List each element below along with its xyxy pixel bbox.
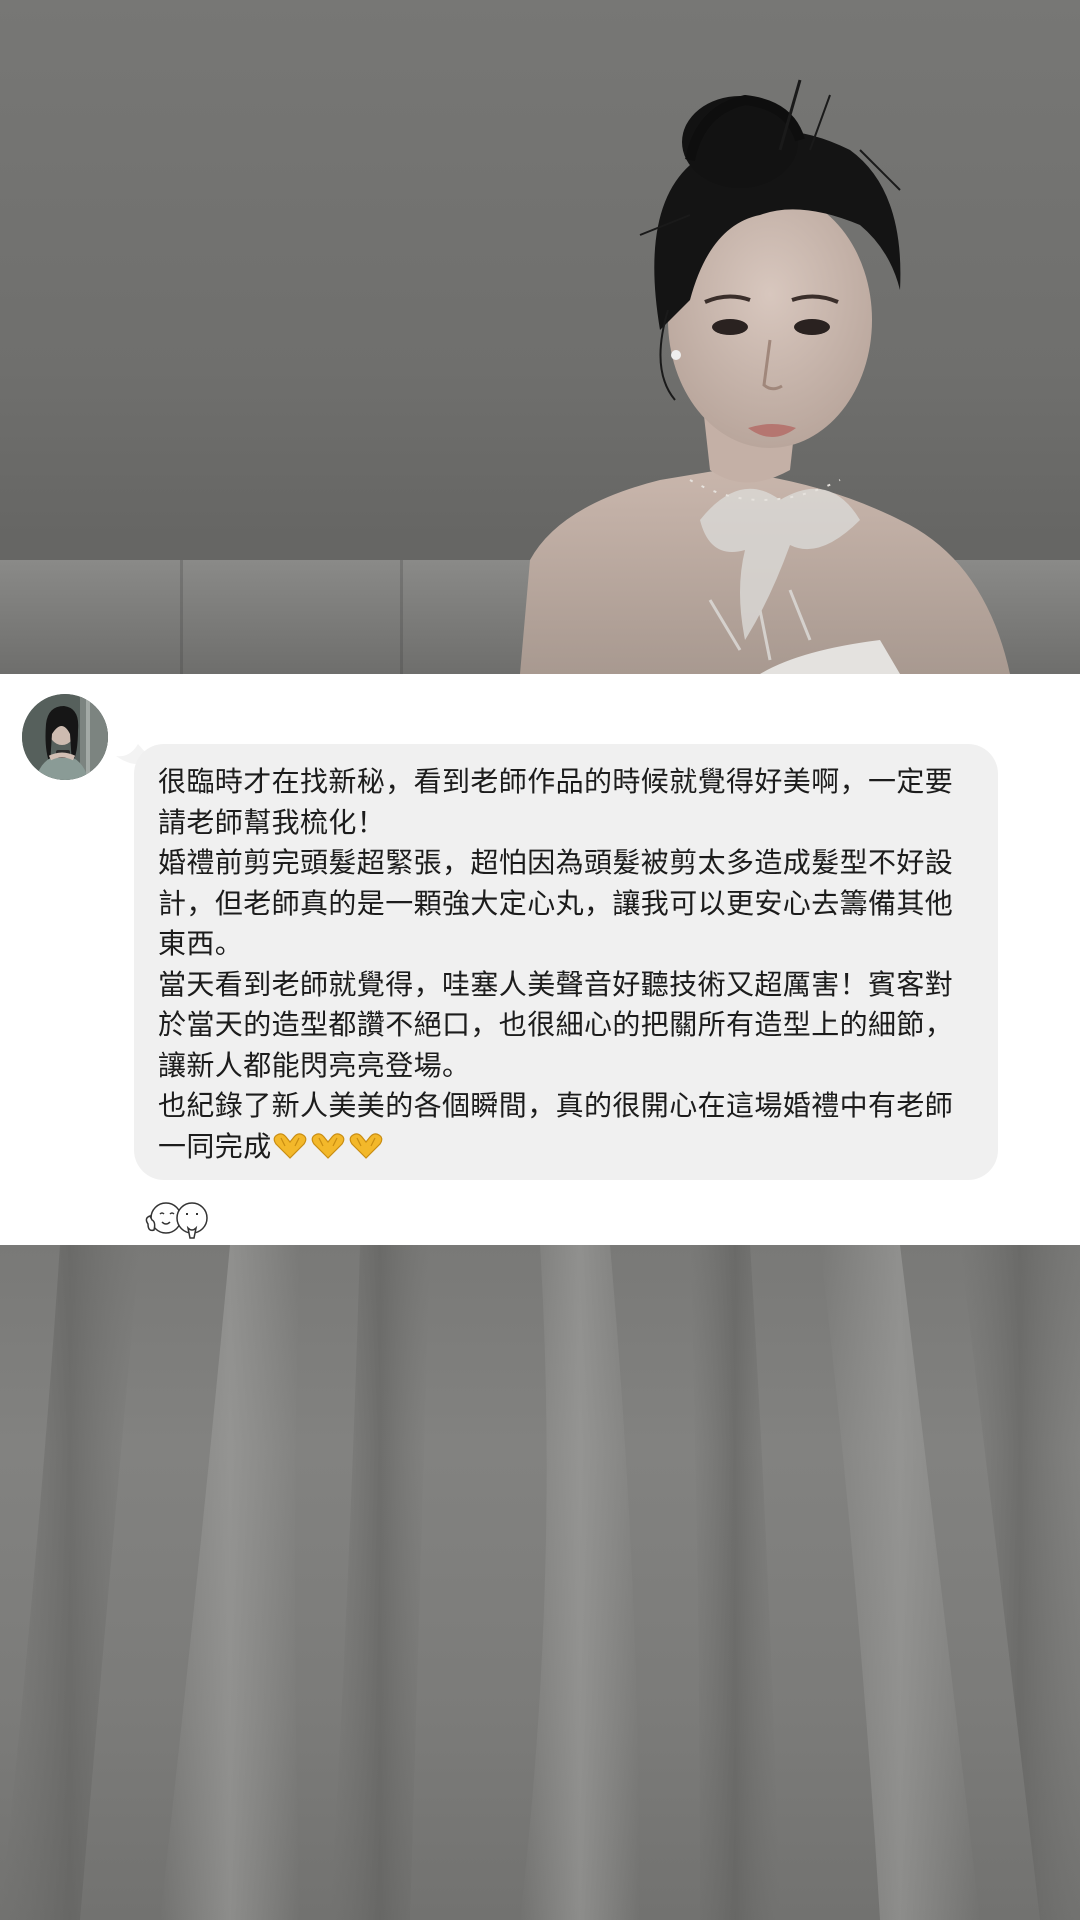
heart-hands-icon	[273, 1132, 306, 1159]
message-paragraph-2: 婚禮前剪完頭髮超緊張，超怕因為頭髮被剪太多造成髮型不好設計，但老師真的是一顆強大…	[158, 846, 954, 960]
message-text: 很臨時才在找新秘，看到老師作品的時候就覺得好美啊，一定要請老師幫我梳化！ 婚禮前…	[158, 762, 972, 1167]
chat-message-card: 很臨時才在找新秘，看到老師作品的時候就覺得好美啊，一定要請老師幫我梳化！ 婚禮前…	[0, 674, 1080, 1245]
story-page: 很臨時才在找新秘，看到老師作品的時候就覺得好美啊，一定要請老師幫我梳化！ 婚禮前…	[0, 0, 1080, 1920]
message-bubble[interactable]: 很臨時才在找新秘，看到老師作品的時候就覺得好美啊，一定要請老師幫我梳化！ 婚禮前…	[134, 744, 998, 1180]
heart-hands-icon	[311, 1132, 344, 1159]
message-paragraph-3: 當天看到老師就覺得，哇塞人美聲音好聽技術又超厲害！賓客對於當天的造型都讚不絕口，…	[158, 967, 954, 1082]
bride-photo-top	[0, 0, 1080, 674]
sender-avatar[interactable]	[22, 694, 108, 780]
heart-hands-icon	[349, 1132, 382, 1159]
heart-hands-emojis	[272, 1130, 386, 1163]
dress-folds	[0, 1245, 1080, 1920]
bride-figure	[520, 79, 1010, 674]
message-paragraph-1: 很臨時才在找新秘，看到老師作品的時候就覺得好美啊，一定要請老師幫我梳化！	[158, 765, 954, 839]
avatar-photo-icon	[22, 694, 108, 780]
thumbs-up-couple-sticker-icon[interactable]	[142, 1198, 214, 1240]
wedding-dress-fabric-photo	[0, 1245, 1080, 1920]
